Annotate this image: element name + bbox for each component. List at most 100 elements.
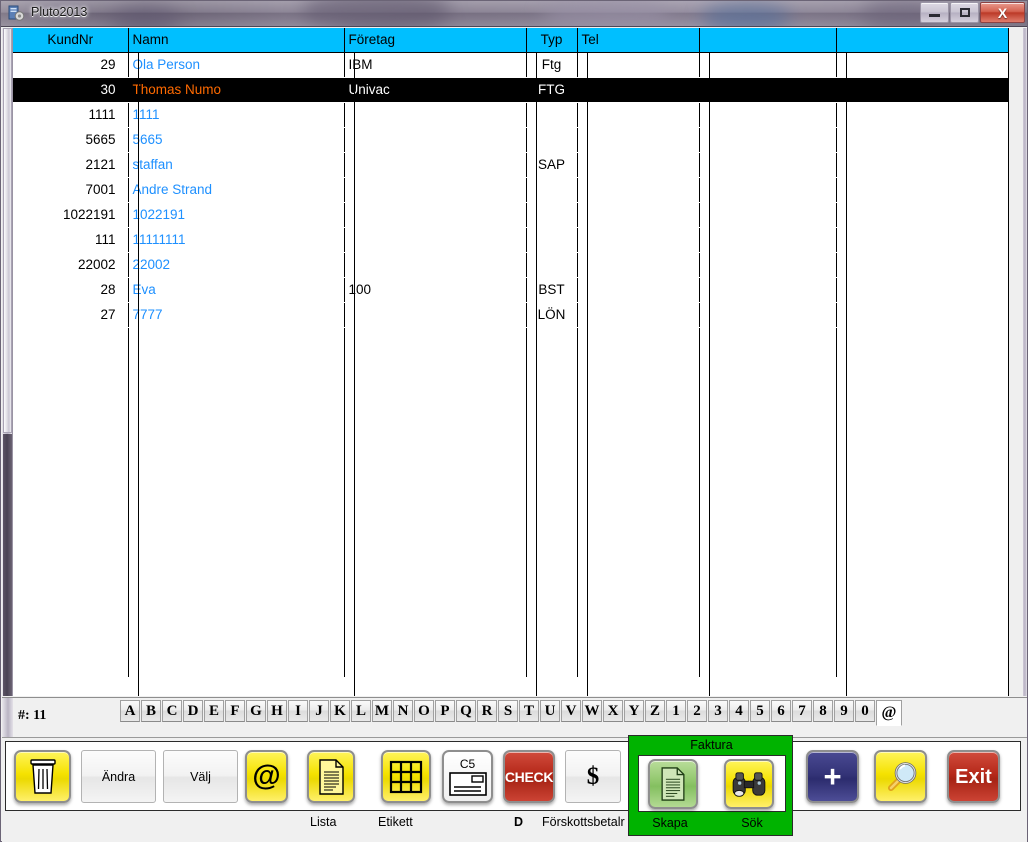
cell-extra1: [699, 52, 837, 78]
alpha-tab-G[interactable]: G: [246, 700, 266, 722]
toolbar-button-panel: Ändra Välj @ C5 CHECK $ + Exit: [5, 741, 1021, 811]
alpha-tab-K[interactable]: K: [330, 700, 350, 722]
exit-button[interactable]: Exit: [947, 750, 1000, 803]
column-header-kundnr[interactable]: KundNr: [13, 28, 129, 53]
cell-namn: 22002: [128, 252, 345, 278]
alpha-tab-J[interactable]: J: [309, 700, 329, 722]
search-button[interactable]: [874, 750, 927, 803]
table-row[interactable]: 5665 5665: [13, 127, 1009, 153]
faktura-search-button[interactable]: [724, 759, 774, 809]
check-button[interactable]: CHECK: [503, 750, 555, 803]
c5-envelope-button[interactable]: C5: [442, 750, 493, 803]
cell-extra2: [836, 77, 1009, 103]
cell-extra2: [836, 277, 1009, 303]
alpha-tab-A[interactable]: A: [120, 700, 140, 722]
alpha-tab-R[interactable]: R: [477, 700, 497, 722]
select-button[interactable]: Välj: [163, 750, 238, 803]
alpha-tab-H[interactable]: H: [267, 700, 287, 722]
column-header-namn[interactable]: Namn: [128, 28, 345, 53]
label-button-label: Etikett: [378, 815, 413, 829]
right-vertical-scrollbar[interactable]: [1008, 28, 1023, 696]
list-button[interactable]: [307, 750, 355, 803]
alpha-tab-3[interactable]: 3: [708, 700, 728, 722]
label-button[interactable]: [381, 750, 431, 803]
alpha-tab-D[interactable]: D: [183, 700, 203, 722]
alpha-tab-4[interactable]: 4: [729, 700, 749, 722]
alpha-tab-V[interactable]: V: [561, 700, 581, 722]
alpha-tab-Q[interactable]: Q: [456, 700, 476, 722]
alpha-tab-@[interactable]: @: [876, 700, 902, 726]
table-row[interactable]: 111 11111111: [13, 227, 1009, 253]
edit-button[interactable]: Ändra: [81, 750, 156, 803]
alpha-tab-I[interactable]: I: [288, 700, 308, 722]
alpha-tab-L[interactable]: L: [351, 700, 371, 722]
alpha-tab-X[interactable]: X: [603, 700, 623, 722]
maximize-button[interactable]: [950, 2, 979, 23]
at-icon: @: [252, 760, 281, 792]
column-header-tel[interactable]: Tel: [577, 28, 700, 53]
cell-kundnr: 7001: [13, 177, 129, 203]
close-button[interactable]: X: [980, 2, 1025, 23]
table-empty-row: [13, 477, 1009, 502]
alpha-tab-U[interactable]: U: [540, 700, 560, 722]
cell-foretag: Univac: [344, 77, 527, 103]
scrollbar-thumb[interactable]: [3, 28, 12, 433]
advance-payment-button[interactable]: $: [565, 750, 621, 803]
faktura-create-button[interactable]: [648, 759, 698, 809]
alpha-tab-M[interactable]: M: [372, 700, 392, 722]
column-header-foretag[interactable]: Företag: [344, 28, 527, 53]
alpha-tab-2[interactable]: 2: [687, 700, 707, 722]
alpha-tab-B[interactable]: B: [141, 700, 161, 722]
minimize-button[interactable]: [920, 2, 949, 23]
table-row[interactable]: 1022191 1022191: [13, 202, 1009, 228]
table-row[interactable]: 1111 1111: [13, 102, 1009, 128]
column-header-extra2[interactable]: [836, 28, 1009, 53]
alpha-tab-N[interactable]: N: [393, 700, 413, 722]
table-row[interactable]: 28 Eva 100 BST: [13, 277, 1009, 303]
alphabet-tab-strip: A B C D E F G H I J K L M N O P Q R S T U V W X Y Z 1 2 3 4 5 6 7 8 9 0 @: [120, 700, 903, 726]
cell-kundnr: 1111: [13, 102, 129, 128]
alpha-tab-F[interactable]: F: [225, 700, 245, 722]
left-vertical-scrollbar[interactable]: [2, 28, 13, 696]
alpha-tab-Y[interactable]: Y: [624, 700, 644, 722]
cell-kundnr: 5665: [13, 127, 129, 153]
alpha-tab-Z[interactable]: Z: [645, 700, 665, 722]
add-button[interactable]: +: [806, 750, 859, 803]
alpha-tab-P[interactable]: P: [435, 700, 455, 722]
title-bar[interactable]: Pluto2013 X: [1, 1, 1027, 27]
alpha-tab-5[interactable]: 5: [750, 700, 770, 722]
alpha-tab-E[interactable]: E: [204, 700, 224, 722]
email-button[interactable]: @: [245, 750, 288, 803]
table-row[interactable]: 27 7777 LÖN: [13, 302, 1009, 328]
table-row[interactable]: 29 Ola Person IBM Ftg: [13, 52, 1009, 78]
alpha-tab-1[interactable]: 1: [666, 700, 686, 722]
customer-table-container: KundNr Namn Företag Typ Tel 29 Ola Person…: [13, 28, 1027, 696]
alpha-tab-6[interactable]: 6: [771, 700, 791, 722]
alpha-tab-7[interactable]: 7: [792, 700, 812, 722]
cell-tel: [577, 202, 700, 228]
plus-icon: +: [823, 759, 842, 794]
alpha-tab-8[interactable]: 8: [813, 700, 833, 722]
table-row[interactable]: 30 Thomas Numo Univac FTG: [13, 77, 1009, 103]
alpha-tab-S[interactable]: S: [498, 700, 518, 722]
table-row[interactable]: 2121 staffan SAP: [13, 152, 1009, 178]
delete-button[interactable]: [14, 750, 71, 803]
scrollbar-track[interactable]: [3, 434, 12, 696]
cell-kundnr: 111: [13, 227, 129, 253]
alpha-tab-0[interactable]: 0: [855, 700, 875, 722]
column-header-extra1[interactable]: [699, 28, 837, 53]
alpha-tab-W[interactable]: W: [582, 700, 602, 722]
faktura-button-panel: [638, 755, 786, 812]
cell-extra2: [836, 252, 1009, 278]
cell-namn: 11111111: [128, 227, 345, 253]
table-row[interactable]: 22002 22002: [13, 252, 1009, 278]
table-empty-row: [13, 452, 1009, 477]
alpha-tab-O[interactable]: O: [414, 700, 434, 722]
cell-tel: [577, 127, 700, 153]
c5-label: C5: [459, 756, 476, 771]
alpha-tab-T[interactable]: T: [519, 700, 539, 722]
alpha-tab-9[interactable]: 9: [834, 700, 854, 722]
alpha-tab-C[interactable]: C: [162, 700, 182, 722]
table-row[interactable]: 7001 Andre Strand: [13, 177, 1009, 203]
column-header-typ[interactable]: Typ: [526, 28, 578, 53]
